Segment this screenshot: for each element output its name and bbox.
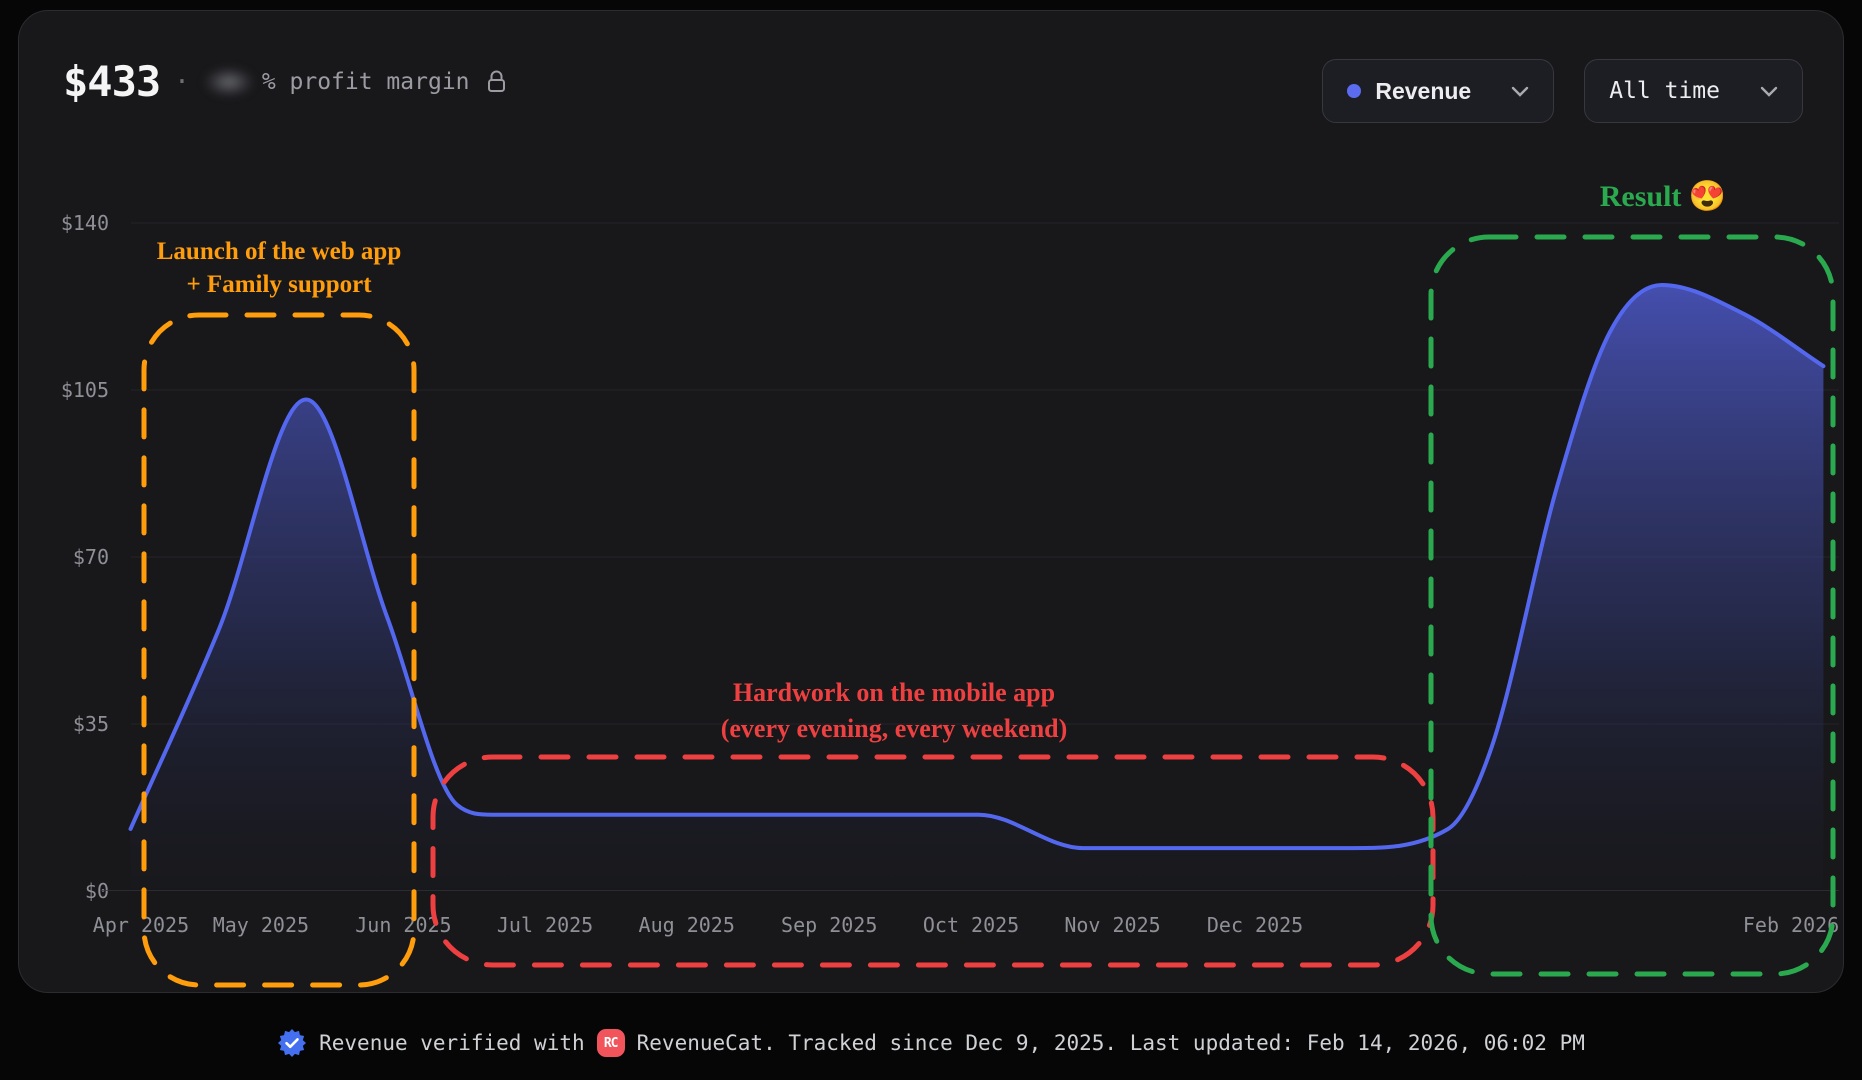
time-range-dropdown[interactable]: All time: [1584, 59, 1803, 123]
x-tick-label: Jun 2025: [355, 913, 451, 937]
footer: Revenue verified with RC RevenueCat. Tra…: [0, 1020, 1862, 1066]
y-tick-label: $105: [41, 378, 109, 402]
lock-icon[interactable]: [486, 70, 507, 93]
hidden-profit-margin-value: [204, 67, 254, 97]
revenue-chart-card: $433 · % profit margin Revenue All time …: [18, 10, 1844, 993]
y-tick-label: $70: [41, 545, 109, 569]
x-tick-label: Oct 2025: [923, 913, 1019, 937]
revenue-total: $433: [63, 57, 160, 106]
chevron-down-icon: [1511, 86, 1529, 97]
x-tick-label: Nov 2025: [1064, 913, 1160, 937]
metric-dropdown[interactable]: Revenue: [1322, 59, 1554, 123]
x-tick-label: Feb 2026: [1743, 913, 1839, 937]
annotation-text-result: Result 😍: [1600, 179, 1727, 214]
chevron-down-icon: [1760, 86, 1778, 97]
footer-tracking-text: RevenueCat. Tracked since Dec 9, 2025. L…: [637, 1031, 1585, 1055]
chart-controls: Revenue All time: [1322, 59, 1803, 123]
metric-dot-icon: [1347, 84, 1361, 98]
footer-verified-text: Revenue verified with: [319, 1031, 585, 1055]
annotation-text-launch: Launch of the web app+ Family support: [157, 235, 402, 301]
metric-dropdown-label: Revenue: [1375, 78, 1471, 105]
annotation-text-hardwork: Hardwork on the mobile app(every evening…: [721, 675, 1068, 747]
profit-margin-label: % profit margin: [262, 69, 470, 95]
verified-badge-icon: [277, 1028, 307, 1058]
separator-dot: ·: [174, 67, 190, 97]
time-range-label: All time: [1609, 78, 1720, 104]
x-tick-label: Jul 2025: [497, 913, 593, 937]
revenue-area-fill: [131, 285, 1824, 891]
x-tick-label: Dec 2025: [1207, 913, 1303, 937]
y-tick-label: $35: [41, 712, 109, 736]
x-tick-label: Sep 2025: [781, 913, 877, 937]
x-tick-label: May 2025: [213, 913, 309, 937]
y-tick-label: $140: [41, 211, 109, 235]
x-tick-label: Apr 2025: [93, 913, 189, 937]
header: $433 · % profit margin: [63, 57, 507, 106]
revenuecat-logo-icon: RC: [597, 1029, 625, 1057]
x-tick-label: Aug 2025: [639, 913, 735, 937]
y-tick-label: $0: [41, 879, 109, 903]
